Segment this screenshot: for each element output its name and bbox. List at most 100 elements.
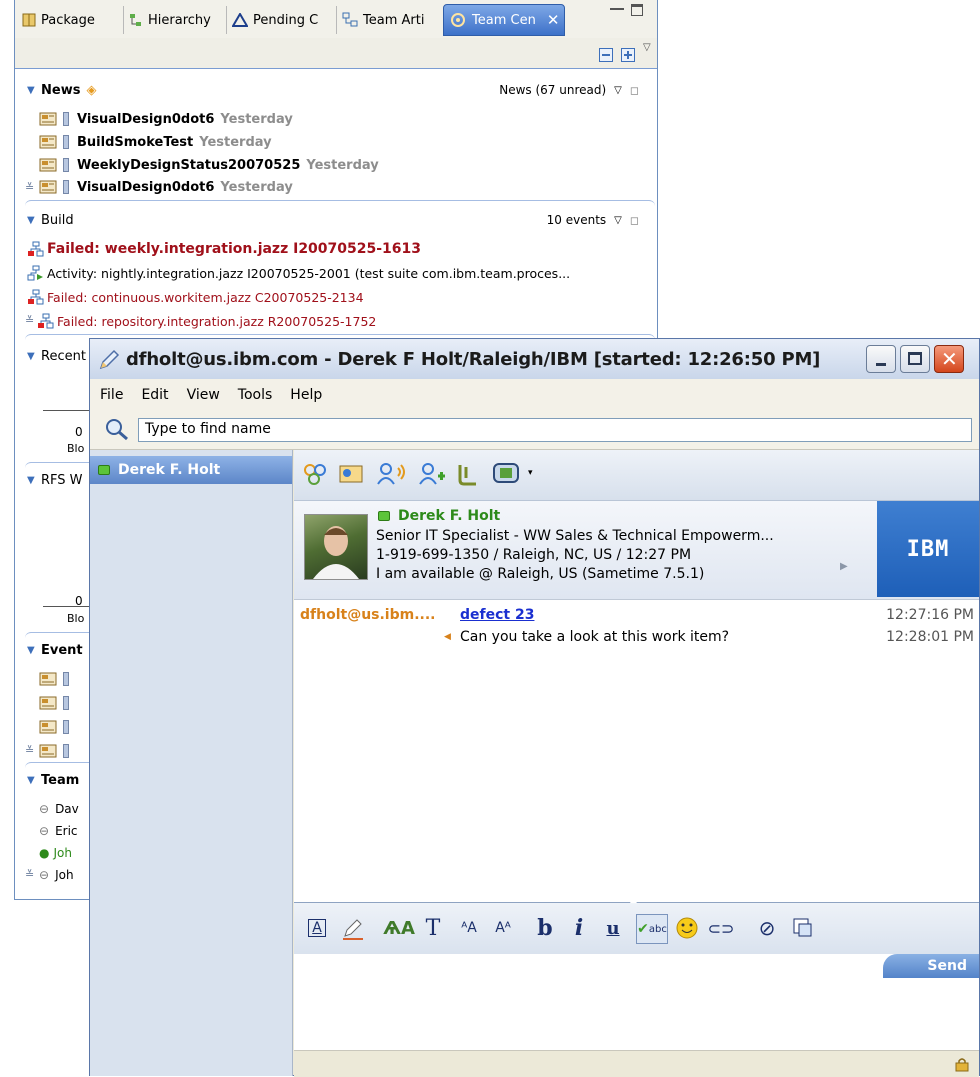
maximize-view-icon[interactable]	[631, 4, 643, 16]
view-menu-icon[interactable]: ▽	[643, 42, 651, 53]
dropdown-arrow-icon[interactable]: ▾	[528, 468, 533, 478]
build-event-row[interactable]: Failed: continuous.workitem.jazz C200705…	[27, 286, 364, 308]
invite-others-icon[interactable]	[302, 462, 330, 488]
tab-team-artifacts[interactable]: Team Arti	[336, 6, 429, 34]
team-member[interactable]: ⊖ Joh	[39, 864, 74, 886]
close-icon: ✕	[941, 347, 958, 371]
build-section-header[interactable]: ▼ Build 10 events ▽ ◻	[15, 208, 651, 232]
more-chevron-icon[interactable]: ≚	[25, 314, 34, 327]
news-section-header[interactable]: ▼ News ◈ News (67 unread) ▽ ◻	[15, 78, 651, 102]
maximize-section-icon[interactable]: ◻	[630, 214, 639, 227]
view-toolbar: ▽	[15, 38, 657, 69]
shrink-text-icon[interactable]: Aᴬ	[490, 915, 516, 941]
build-event-row[interactable]: Activity: nightly.integration.jazz I2007…	[27, 262, 570, 284]
news-item-time: Yesterday	[306, 157, 379, 173]
news-item[interactable]: WeeklyDesignStatus20070525 Yesterday	[39, 154, 379, 176]
attachment-icon[interactable]: ⊘	[754, 915, 780, 941]
news-item[interactable]: VisualDesign0dot6 Yesterday	[39, 177, 293, 197]
text-size-icon[interactable]: T	[420, 915, 446, 941]
italic-icon[interactable]: i	[566, 915, 592, 941]
message-input[interactable]	[294, 954, 979, 1050]
screen-capture-icon[interactable]	[492, 460, 526, 488]
team-member[interactable]: ● Joh	[39, 842, 72, 864]
paste-image-icon[interactable]	[790, 915, 816, 941]
tab-package[interactable]: Package	[17, 6, 100, 34]
close-button[interactable]: ✕	[934, 345, 964, 373]
minimize-view-icon[interactable]	[610, 8, 624, 10]
event-item[interactable]	[39, 692, 77, 714]
send-button[interactable]: Send	[883, 954, 979, 978]
find-name-input[interactable]: Type to find name	[138, 418, 972, 442]
card-phone-location: 1-919-699-1350 / Raleigh, NC, US / 12:27…	[376, 547, 692, 563]
tab-team-central[interactable]: Team Cen ✕	[443, 4, 566, 36]
window-title-bar[interactable]: dfholt@us.ibm.com - Derek F Holt/Raleigh…	[90, 339, 979, 380]
highlight-icon[interactable]	[340, 915, 366, 941]
team-member-name: Dav	[55, 802, 79, 816]
build-event-row[interactable]: Failed: repository.integration.jazz R200…	[37, 310, 376, 332]
team-member[interactable]: ⊖ Dav	[39, 798, 79, 820]
maximize-section-icon[interactable]: ◻	[630, 84, 639, 97]
collapse-all-icon[interactable]	[599, 48, 613, 62]
send-file-icon[interactable]	[454, 462, 482, 488]
more-chevron-icon[interactable]: ≚	[25, 181, 34, 194]
rfs-title: RFS W	[41, 472, 83, 488]
section-menu-icon[interactable]: ▽	[614, 85, 622, 96]
close-tab-icon[interactable]: ✕	[547, 11, 560, 29]
menu-tools[interactable]: Tools	[228, 387, 281, 403]
more-chevron-icon[interactable]: ≚	[25, 744, 34, 757]
expanded-triangle-icon: ▼	[27, 84, 35, 96]
chart-tick-label: 0	[75, 594, 83, 608]
unread-marker	[63, 696, 69, 710]
unread-marker	[63, 135, 69, 149]
news-item-time: Yesterday	[199, 134, 272, 150]
news-item-time: Yesterday	[220, 111, 293, 127]
minimize-button[interactable]	[866, 345, 896, 373]
news-item[interactable]: BuildSmokeTest Yesterday	[39, 131, 272, 153]
emoticon-icon[interactable]	[674, 915, 700, 941]
menu-view[interactable]: View	[177, 387, 228, 403]
underline-icon[interactable]: u	[600, 915, 626, 941]
chat-message: ◀ Can you take a look at this work item?…	[300, 629, 974, 649]
more-chevron-icon[interactable]: ≚	[25, 868, 34, 881]
find-name-placeholder: Type to find name	[145, 421, 271, 437]
tab-label: Hierarchy	[148, 12, 211, 28]
link-icon[interactable]: ⊂⊃	[708, 915, 735, 941]
maximize-button[interactable]	[900, 345, 930, 373]
team-member[interactable]: ⊖ Eric	[39, 820, 78, 842]
expand-all-icon[interactable]	[621, 48, 635, 62]
voice-call-icon[interactable]	[376, 462, 410, 488]
news-item-title: VisualDesign0dot6	[77, 111, 215, 127]
tab-pending-changes[interactable]: Pending C	[226, 6, 323, 34]
message-text: Can you take a look at this work item?	[460, 629, 730, 645]
font-color-icon[interactable]: A	[304, 915, 330, 941]
section-divider	[25, 200, 655, 207]
meeting-icon[interactable]	[338, 462, 366, 488]
news-item[interactable]: VisualDesign0dot6 Yesterday	[39, 108, 293, 130]
news-item-icon	[39, 696, 57, 710]
news-item-title: VisualDesign0dot6	[77, 179, 215, 195]
build-event-row[interactable]: Failed: weekly.integration.jazz I2007052…	[27, 238, 421, 260]
offline-status-icon: ⊖	[39, 824, 50, 838]
spell-check-icon[interactable]: ✔ abc	[636, 914, 668, 944]
tab-hierarchy[interactable]: Hierarchy	[123, 6, 216, 34]
menu-help[interactable]: Help	[280, 387, 330, 403]
work-item-link[interactable]: defect 23	[460, 607, 534, 623]
participant-item[interactable]: Derek F. Holt	[90, 456, 292, 484]
expanded-triangle-icon: ▼	[27, 644, 35, 656]
team-artifacts-icon	[342, 12, 358, 27]
build-failed-icon	[28, 289, 44, 305]
add-contact-icon[interactable]	[418, 462, 446, 488]
menu-file[interactable]: File	[90, 387, 131, 403]
splitter-arrow-icon[interactable]: ▲	[630, 895, 637, 905]
bold-icon[interactable]: b	[532, 915, 558, 941]
menu-edit[interactable]: Edit	[131, 387, 176, 403]
grow-text-icon[interactable]: ᴬA	[456, 915, 482, 941]
event-item[interactable]	[39, 668, 77, 690]
expand-card-arrow-icon[interactable]: ▶	[840, 561, 848, 572]
news-item-time: Yesterday	[220, 179, 293, 195]
event-item[interactable]	[39, 716, 77, 738]
event-item[interactable]	[39, 740, 77, 762]
font-icon[interactable]: ѦA	[383, 915, 415, 941]
news-item-icon	[39, 158, 57, 172]
section-menu-icon[interactable]: ▽	[614, 215, 622, 226]
